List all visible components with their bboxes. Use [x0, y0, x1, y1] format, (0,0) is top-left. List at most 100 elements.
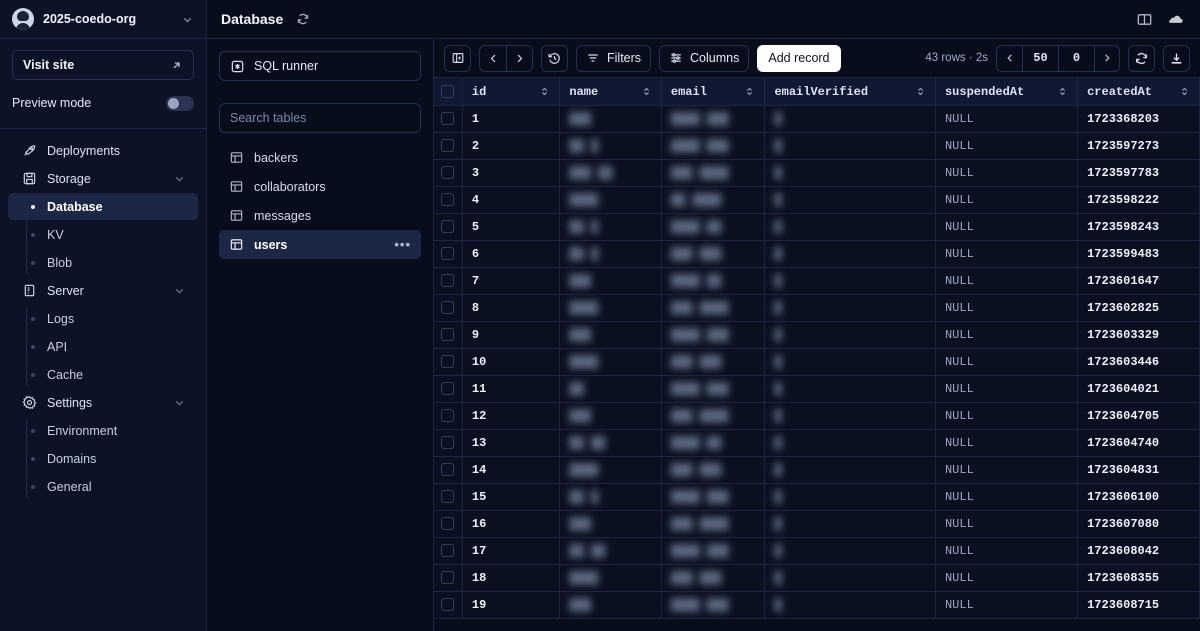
row-checkbox-cell[interactable]	[434, 159, 463, 187]
row-checkbox[interactable]	[441, 328, 455, 342]
prev-record-button[interactable]	[480, 46, 506, 71]
row-checkbox-cell[interactable]	[434, 375, 463, 403]
search-tables-input[interactable]: Search tables	[219, 103, 421, 133]
sidebar-item-environment[interactable]: Environment	[8, 417, 198, 444]
row-checkbox-cell[interactable]	[434, 564, 463, 592]
row-checkbox-cell[interactable]	[434, 105, 463, 133]
sidebar-item-cache[interactable]: Cache	[8, 361, 198, 388]
table-row[interactable]: 11 ██ ████ ███ █ NULL 1723604021	[434, 375, 1200, 403]
row-checkbox[interactable]	[441, 355, 455, 369]
sidebar-item-database[interactable]: Database	[8, 193, 198, 220]
table-row[interactable]: 1 ███ ████ ███ █ NULL 1723368203	[434, 105, 1200, 133]
row-checkbox-cell[interactable]	[434, 510, 463, 538]
column-header-createdat[interactable]: createdAt	[1077, 77, 1200, 106]
sidebar-item-domains[interactable]: Domains	[8, 445, 198, 472]
refresh-icon[interactable]	[292, 8, 314, 30]
table-row[interactable]: 12 ███ ███ ████ █ NULL 1723604705	[434, 402, 1200, 430]
sort-icon[interactable]	[1057, 86, 1068, 97]
row-checkbox-cell[interactable]	[434, 348, 463, 376]
table-item-messages[interactable]: messages	[219, 201, 421, 230]
panel-left-icon[interactable]	[444, 44, 471, 72]
row-checkbox[interactable]	[441, 463, 455, 477]
row-checkbox[interactable]	[441, 139, 455, 153]
cloud-icon[interactable]	[1164, 8, 1186, 30]
row-checkbox-cell[interactable]	[434, 294, 463, 322]
row-checkbox[interactable]	[441, 571, 455, 585]
table-item-users[interactable]: users •••	[219, 230, 421, 259]
column-header-name[interactable]: name	[559, 77, 662, 106]
next-record-button[interactable]	[506, 45, 532, 71]
row-checkbox[interactable]	[441, 490, 455, 504]
row-checkbox-cell[interactable]	[434, 483, 463, 511]
sort-icon[interactable]	[744, 86, 755, 97]
sidebar-item-kv[interactable]: KV	[8, 221, 198, 248]
sidebar-item-logs[interactable]: Logs	[8, 305, 198, 332]
sidebar-item-general[interactable]: General	[8, 473, 198, 500]
table-item-backers[interactable]: backers	[219, 143, 421, 172]
download-icon[interactable]	[1163, 44, 1190, 72]
row-checkbox-cell[interactable]	[434, 267, 463, 295]
select-all-checkbox[interactable]	[441, 84, 455, 98]
table-row[interactable]: 2 ██ █ ████ ███ █ NULL 1723597273	[434, 132, 1200, 160]
row-checkbox[interactable]	[441, 247, 455, 261]
filters-button[interactable]: Filters	[576, 44, 652, 72]
row-checkbox[interactable]	[441, 517, 455, 531]
sidebar-item-api[interactable]: API	[8, 333, 198, 360]
sidebar-group-settings[interactable]: Settings	[8, 389, 198, 416]
sort-icon[interactable]	[539, 86, 550, 97]
table-row[interactable]: 17 ██ ██ ████ ███ █ NULL 1723608042	[434, 537, 1200, 565]
table-row[interactable]: 9 ███ ████ ███ █ NULL 1723603329	[434, 321, 1200, 349]
table-row[interactable]: 5 ██ █ ████ ██ █ NULL 1723598243	[434, 213, 1200, 241]
add-record-button[interactable]: Add record	[757, 44, 841, 72]
table-row[interactable]: 4 ████ ██ ████ █ NULL 1723598222	[434, 186, 1200, 214]
select-all-checkbox-cell[interactable]	[434, 77, 463, 106]
row-checkbox-cell[interactable]	[434, 402, 463, 430]
row-checkbox-cell[interactable]	[434, 213, 463, 241]
page-next-button[interactable]	[1094, 45, 1119, 71]
row-checkbox[interactable]	[441, 436, 455, 450]
columns-button[interactable]: Columns	[659, 44, 750, 72]
sidebar-item-blob[interactable]: Blob	[8, 249, 198, 276]
row-checkbox[interactable]	[441, 220, 455, 234]
table-row[interactable]: 8 ████ ███ ████ █ NULL 1723602825	[434, 294, 1200, 322]
row-checkbox-cell[interactable]	[434, 186, 463, 214]
book-icon[interactable]	[1133, 8, 1155, 30]
row-checkbox-cell[interactable]	[434, 132, 463, 160]
row-checkbox[interactable]	[441, 382, 455, 396]
sql-runner-button[interactable]: SQL runner	[219, 51, 421, 81]
table-row[interactable]: 3 ███ ██ ███ ████ █ NULL 1723597783	[434, 159, 1200, 187]
row-checkbox[interactable]	[441, 409, 455, 423]
history-icon[interactable]	[541, 44, 568, 72]
row-checkbox[interactable]	[441, 193, 455, 207]
row-checkbox[interactable]	[441, 112, 455, 126]
table-row[interactable]: 6 ██ █ ███ ███ █ NULL 1723599483	[434, 240, 1200, 268]
page-offset-input[interactable]: 0	[1058, 45, 1094, 71]
table-row[interactable]: 7 ███ ████ ██ █ NULL 1723601647	[434, 267, 1200, 295]
table-row[interactable]: 16 ███ ███ ████ █ NULL 1723607080	[434, 510, 1200, 538]
row-checkbox-cell[interactable]	[434, 537, 463, 565]
sort-icon[interactable]	[915, 86, 926, 97]
column-header-email[interactable]: email	[661, 77, 766, 106]
preview-mode-toggle[interactable]	[166, 95, 194, 111]
table-row[interactable]: 19 ███ ████ ███ █ NULL 1723608715	[434, 591, 1200, 619]
page-prev-button[interactable]	[997, 46, 1022, 71]
table-row[interactable]: 14 ████ ███ ███ █ NULL 1723604831	[434, 456, 1200, 484]
visit-site-button[interactable]: Visit site	[12, 50, 194, 80]
row-checkbox[interactable]	[441, 166, 455, 180]
row-checkbox[interactable]	[441, 274, 455, 288]
row-checkbox[interactable]	[441, 544, 455, 558]
table-row[interactable]: 15 ██ █ ████ ███ █ NULL 1723606100	[434, 483, 1200, 511]
row-checkbox[interactable]	[441, 301, 455, 315]
sidebar-group-server[interactable]: Server	[8, 277, 198, 304]
row-checkbox-cell[interactable]	[434, 456, 463, 484]
table-row[interactable]: 18 ████ ███ ███ █ NULL 1723608355	[434, 564, 1200, 592]
row-checkbox[interactable]	[441, 598, 455, 612]
row-checkbox-cell[interactable]	[434, 591, 463, 619]
column-header-suspendedat[interactable]: suspendedAt	[935, 77, 1079, 106]
table-item-more-button[interactable]: •••	[394, 237, 411, 252]
page-limit-input[interactable]: 50	[1022, 45, 1058, 71]
table-row[interactable]: 13 ██ ██ ████ ██ █ NULL 1723604740	[434, 429, 1200, 457]
row-checkbox-cell[interactable]	[434, 429, 463, 457]
refresh-grid-icon[interactable]	[1128, 44, 1155, 72]
column-header-emailverified[interactable]: emailVerified	[764, 77, 936, 106]
